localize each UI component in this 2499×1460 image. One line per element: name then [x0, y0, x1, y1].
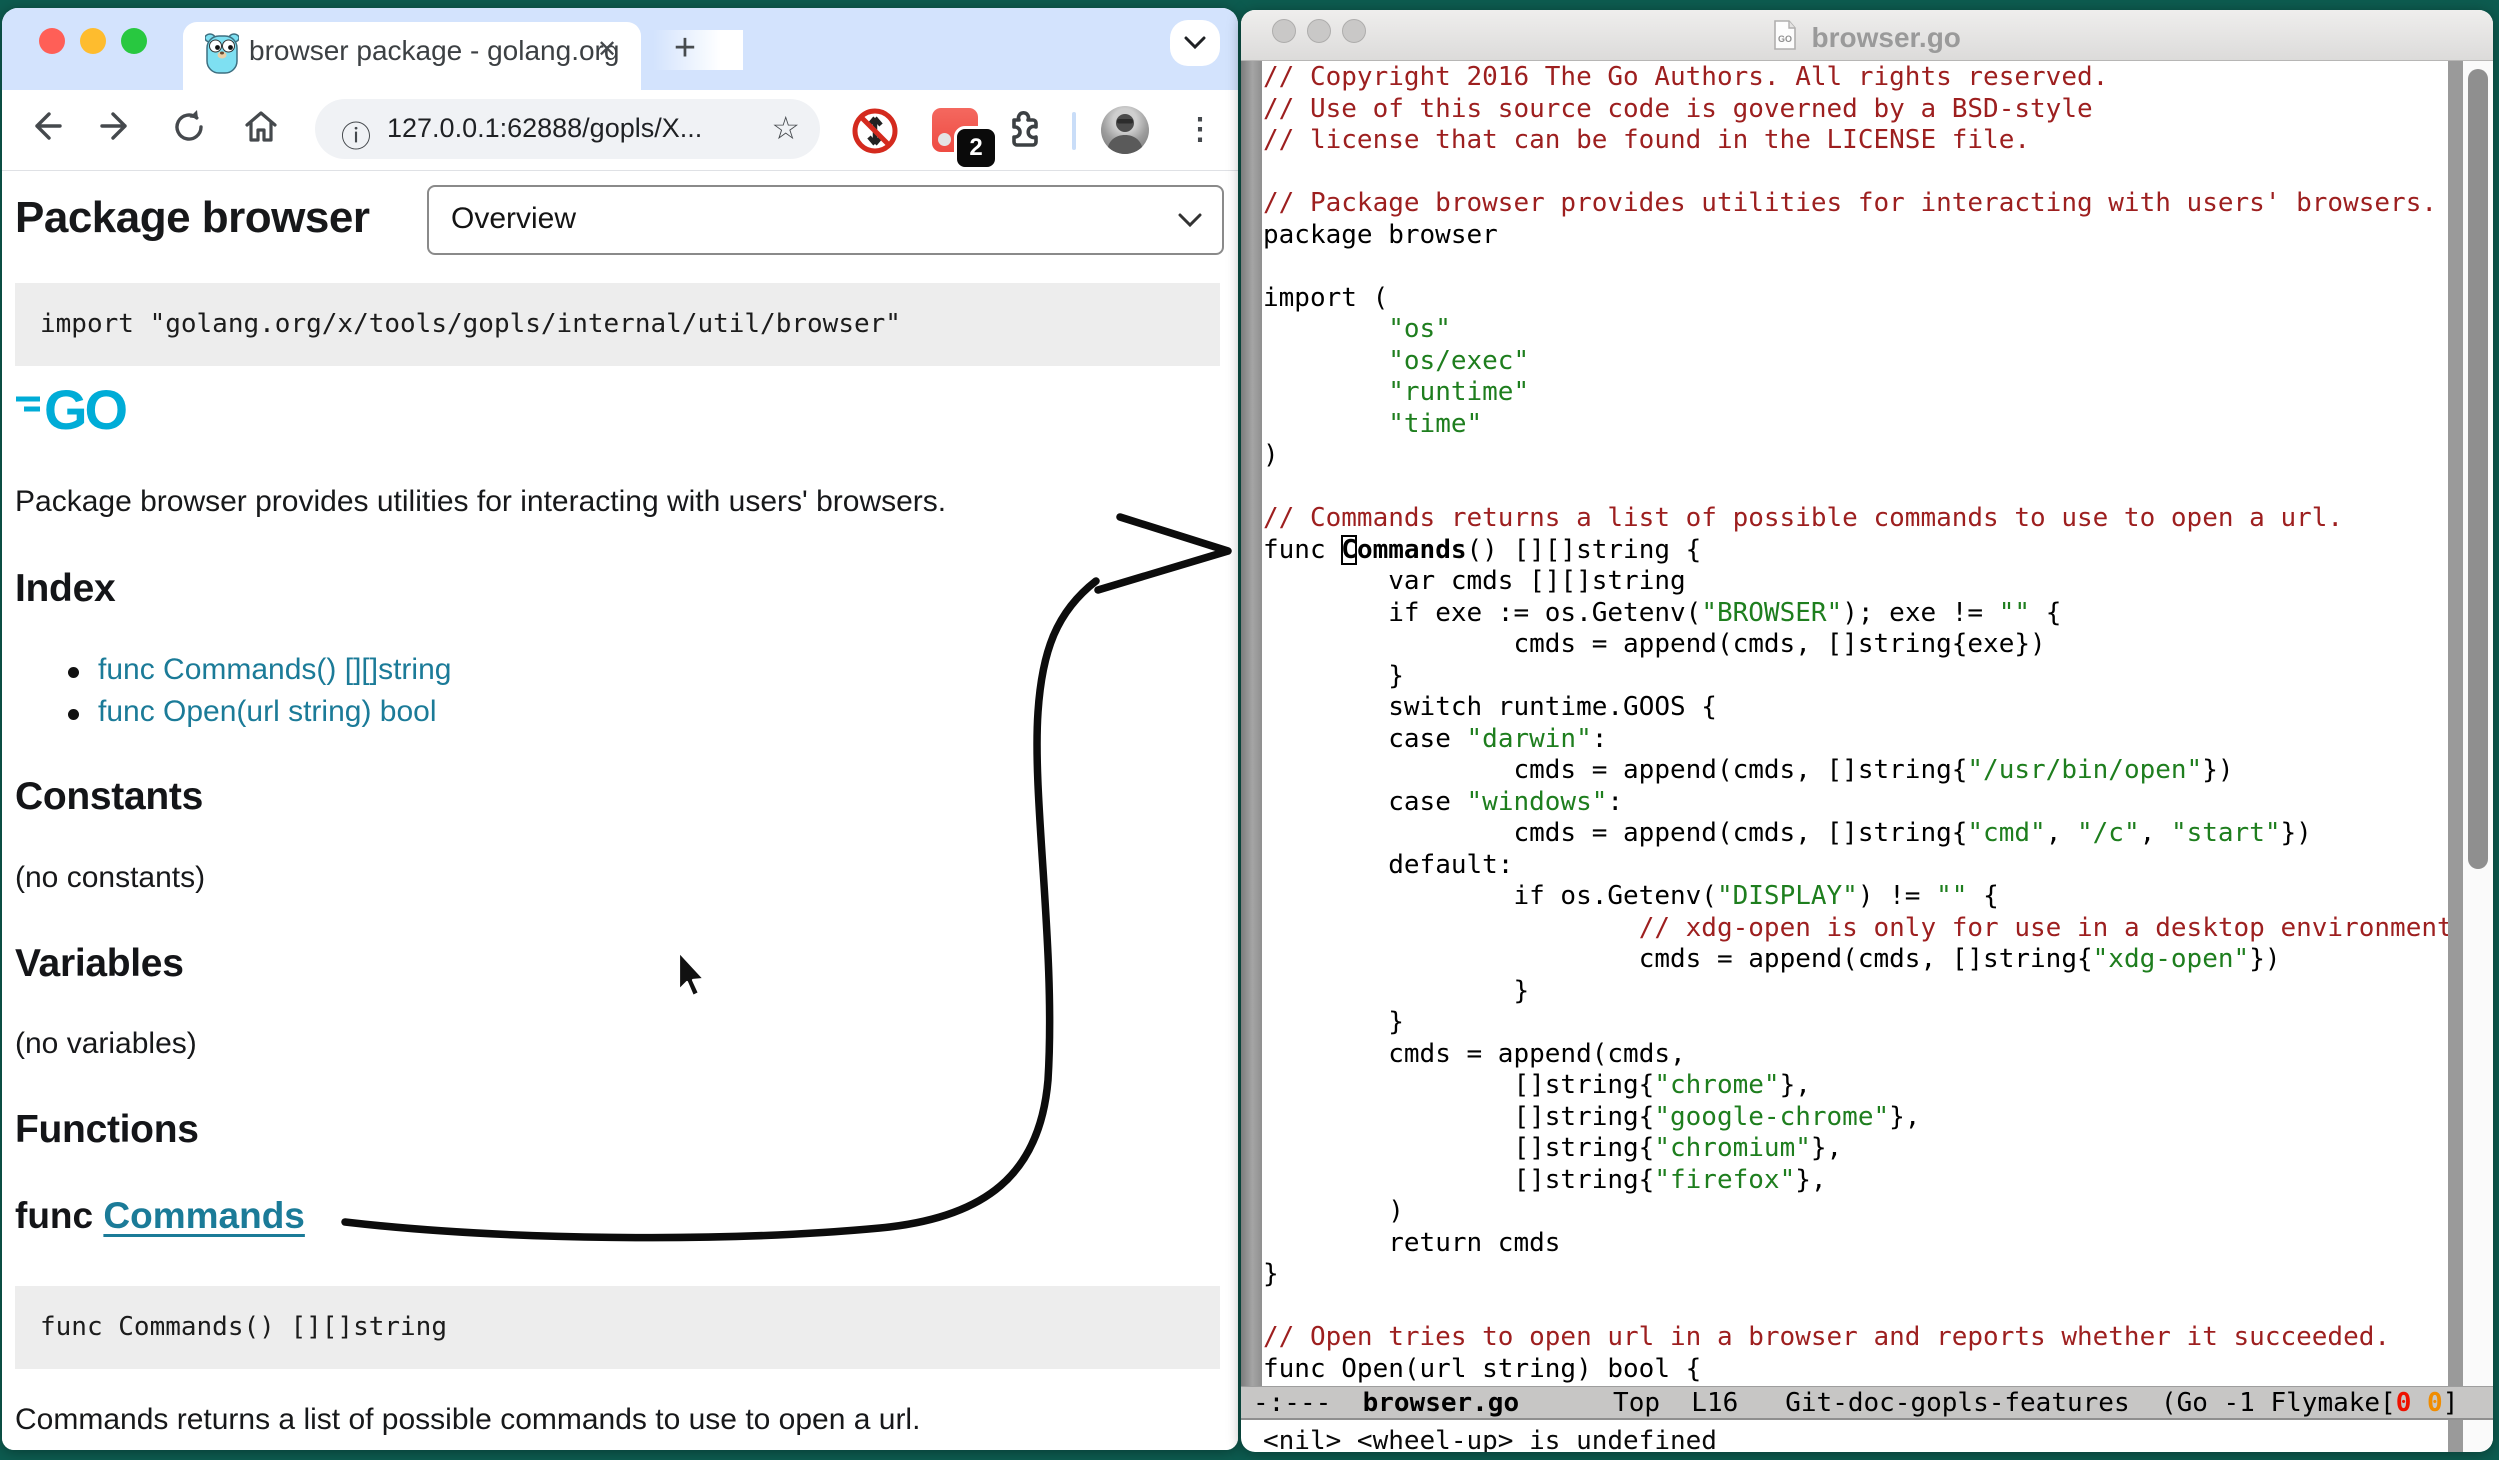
tab-strip: browser package - golang.org ✕ + [2, 8, 1238, 90]
overview-select[interactable]: Overview [427, 185, 1224, 255]
macos-minimize-button[interactable] [80, 28, 106, 54]
emacs-window: GO browser.go // Copyright 2016 The Go A… [1241, 10, 2493, 1452]
toolbar-separator [1072, 112, 1076, 150]
reload-icon [170, 108, 208, 146]
select-chevron-icon [1178, 213, 1202, 228]
browser-toolbar: ⓘ 127.0.0.1:62888/gopls/X... ☆ 2 [2, 90, 1238, 171]
index-list-item: func Open(url string) bool [62, 695, 451, 737]
home-icon [242, 108, 280, 146]
func-signature-block: func Commands() [][]string [15, 1286, 1220, 1369]
index-link[interactable]: func Open(url string) bool [98, 695, 437, 728]
emacs-modeline: -:--- browser.go Top L16 Git-doc-gopls-f… [1241, 1386, 2493, 1420]
no-variables-text: (no variables) [15, 1027, 197, 1061]
forward-button[interactable] [94, 108, 140, 154]
emacs-echo-area: <nil> <wheel-up> is undefined [1263, 1426, 1717, 1452]
chevron-down-icon [1184, 36, 1206, 50]
new-tab-button[interactable]: + [662, 26, 708, 72]
page-title: Package browser [15, 193, 369, 243]
puzzle-piece-icon [1000, 108, 1046, 154]
site-info-icon[interactable]: ⓘ [341, 112, 371, 156]
emacs-left-scrollbar[interactable] [1241, 61, 1262, 1386]
reload-button[interactable] [166, 108, 212, 154]
overview-select-value: Overview [451, 202, 576, 236]
gopher-favicon-icon [205, 32, 239, 79]
browser-tab[interactable]: browser package - golang.org ✕ [183, 22, 641, 90]
emacs-right-pane-sliver [2463, 61, 2493, 1452]
extension-red-button[interactable]: 2 [932, 108, 978, 152]
emacs-right-scrollbar-thumb[interactable] [2468, 69, 2488, 869]
go-logo: GO [14, 377, 164, 443]
emacs-window-title: browser.go [1812, 22, 1961, 54]
index-heading: Index [15, 567, 115, 611]
variables-heading: Variables [15, 942, 184, 986]
chrome-window: browser package - golang.org ✕ + [2, 8, 1238, 1450]
func-keyword: func [15, 1195, 103, 1236]
package-description: Package browser provides utilities for i… [15, 485, 946, 519]
go-file-icon: GO [1773, 20, 1797, 55]
back-arrow-icon [27, 108, 63, 144]
url-bar[interactable]: ⓘ 127.0.0.1:62888/gopls/X... ☆ [315, 99, 820, 159]
func-description: Commands returns a list of possible comm… [15, 1403, 920, 1437]
commands-link[interactable]: Commands [103, 1195, 304, 1236]
func-signature: func Commands() [][]string [40, 1312, 447, 1342]
extension-red-dot [938, 133, 951, 146]
back-button[interactable] [22, 108, 68, 154]
bookmark-star-icon[interactable]: ☆ [771, 109, 800, 147]
emacs-window-divider[interactable] [2448, 61, 2463, 1452]
svg-text:GO: GO [44, 378, 127, 441]
chrome-menu-button[interactable]: ⋮ [1182, 106, 1218, 154]
constants-heading: Constants [15, 775, 203, 819]
macos-zoom-button[interactable] [121, 28, 147, 54]
profile-avatar[interactable] [1101, 106, 1149, 154]
forward-arrow-icon [99, 108, 135, 144]
import-code: import "golang.org/x/tools/gopls/interna… [40, 309, 901, 339]
no-constants-text: (no constants) [15, 861, 205, 895]
index-link-list: func Commands() [][]string func Open(url … [62, 653, 451, 737]
package-doc-page: Package browser Overview import "golang.… [2, 171, 1238, 1450]
extension-badge: 2 [954, 126, 998, 170]
extension-noscroll-button[interactable] [850, 106, 900, 156]
url-text[interactable]: 127.0.0.1:62888/gopls/X... [387, 113, 702, 144]
index-list-item: func Commands() [][]string [62, 653, 451, 695]
tab-close-icon[interactable]: ✕ [589, 32, 625, 68]
func-commands-heading: func Commands [15, 1195, 305, 1237]
emacs-titlebar[interactable]: GO browser.go [1241, 10, 2493, 61]
index-link[interactable]: func Commands() [][]string [98, 653, 451, 686]
person-photo-icon [1101, 106, 1149, 154]
functions-heading: Functions [15, 1108, 199, 1152]
import-code-block: import "golang.org/x/tools/gopls/interna… [15, 283, 1220, 366]
macos-close-button[interactable] [39, 28, 65, 54]
home-button[interactable] [238, 108, 284, 154]
tab-search-button[interactable] [1170, 20, 1220, 66]
extensions-menu-button[interactable] [1000, 108, 1046, 154]
emacs-code-area[interactable]: // Copyright 2016 The Go Authors. All ri… [1263, 62, 2449, 1386]
no-scroll-icon [850, 106, 900, 156]
svg-text:GO: GO [1778, 34, 1792, 44]
